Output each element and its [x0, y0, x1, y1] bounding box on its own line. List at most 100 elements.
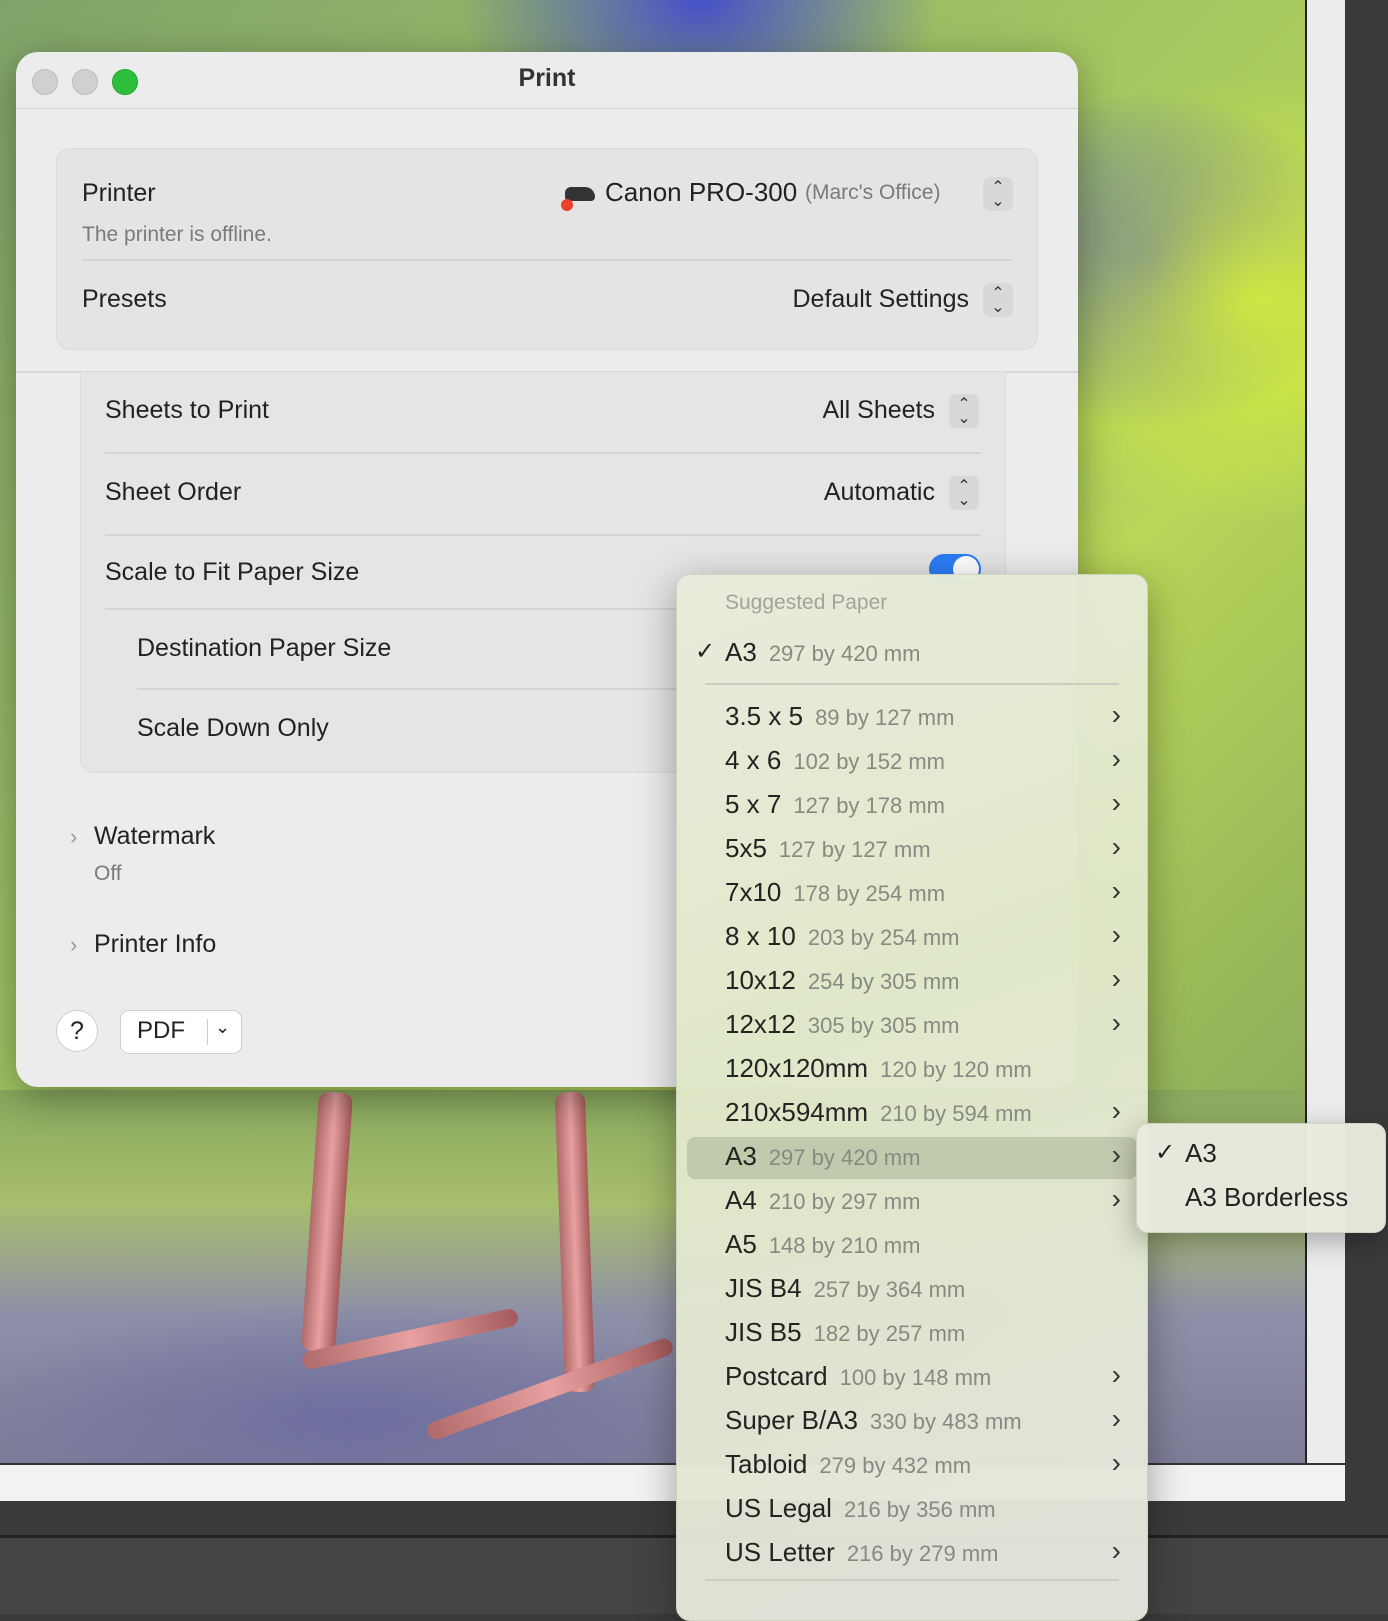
presets-label: Presets: [82, 285, 167, 313]
submenu-item-a3[interactable]: ✓ A3: [1137, 1134, 1385, 1174]
sheets-to-print-select[interactable]: All Sheets ⌃ ⌄: [759, 392, 979, 432]
menu-item-name: 10x12: [725, 965, 796, 995]
menu-item[interactable]: 210x594mm 210 by 594 mm ›: [677, 1093, 1147, 1135]
menu-section-header: Suggested Paper: [725, 591, 888, 614]
printer-stepper-icon: ⌃ ⌄: [983, 177, 1013, 211]
checkmark-icon: ✓: [695, 638, 716, 665]
menu-item-dims: 330 by 483 mm: [869, 1409, 1022, 1434]
submenu-item-label: A3: [1185, 1138, 1217, 1168]
submenu-item-a3-borderless[interactable]: A3 Borderless: [1137, 1178, 1385, 1218]
scale-down-only-label: Scale Down Only: [137, 714, 329, 742]
chevron-right-icon: ›: [1111, 1359, 1121, 1390]
menu-item-dims: 102 by 152 mm: [793, 749, 946, 774]
sheets-to-print-label: Sheets to Print: [105, 396, 269, 424]
menu-item[interactable]: 4 x 6 102 by 152 mm ›: [677, 741, 1147, 783]
chevron-right-icon: ›: [1111, 1535, 1121, 1566]
menu-item-name: JIS B4: [725, 1273, 802, 1303]
menu-item[interactable]: 5 x 7 127 by 178 mm ›: [677, 785, 1147, 827]
printer-card: Printer The printer is offline. Canon PR…: [56, 148, 1038, 350]
chevron-right-icon: ›: [1111, 1403, 1121, 1434]
menu-item-name: 7x10: [725, 877, 782, 907]
a3-submenu: ✓ A3 A3 Borderless: [1136, 1123, 1386, 1233]
menu-item[interactable]: US Letter 216 by 279 mm ›: [677, 1533, 1147, 1575]
menu-item[interactable]: A5 148 by 210 mm: [677, 1225, 1147, 1267]
menu-item[interactable]: 3.5 x 5 89 by 127 mm ›: [677, 697, 1147, 739]
sheet-order-value: Automatic: [823, 478, 935, 506]
menu-item-dims: 120 by 120 mm: [880, 1057, 1032, 1082]
menu-item-name: 12x12: [725, 1009, 796, 1039]
menu-item[interactable]: JIS B5 182 by 257 mm: [677, 1313, 1147, 1355]
printer-info-label: Printer Info: [94, 930, 217, 958]
printer-location: (Marc's Office): [805, 181, 941, 204]
menu-item-dims: 203 by 254 mm: [807, 925, 960, 950]
printer-status: The printer is offline.: [82, 223, 272, 246]
menu-item-name: A5: [725, 1229, 757, 1259]
menu-item[interactable]: Super B/A3 330 by 483 mm ›: [677, 1401, 1147, 1443]
help-button[interactable]: ?: [56, 1010, 98, 1052]
printer-select[interactable]: Canon PRO-300 (Marc's Office) ⌃ ⌄: [553, 175, 1013, 215]
divider: [82, 259, 1012, 261]
pdf-menu-button[interactable]: PDF ⌄: [120, 1010, 242, 1054]
menu-item-dims: 127 by 127 mm: [778, 837, 931, 862]
sheet-order-stepper-icon: ⌃ ⌄: [949, 476, 979, 510]
menu-item-name: US Letter: [725, 1537, 835, 1567]
menu-item-name: Super B/A3: [725, 1405, 858, 1435]
presets-value: Default Settings: [792, 285, 970, 313]
menu-item-name: Tabloid: [725, 1449, 808, 1479]
printer-name: Canon PRO-300: [605, 177, 798, 207]
submenu-item-label: A3 Borderless: [1185, 1182, 1349, 1212]
menu-item-dims: 305 by 305 mm: [807, 1013, 960, 1038]
scale-to-fit-label: Scale to Fit Paper Size: [105, 558, 360, 586]
chevron-right-icon: ›: [70, 932, 78, 957]
menu-item-dims: 210 by 594 mm: [880, 1101, 1032, 1126]
offline-dot-icon: [561, 199, 573, 211]
menu-item[interactable]: 8 x 10 203 by 254 mm ›: [677, 917, 1147, 959]
menu-item-name: 5x5: [725, 833, 767, 863]
printer-info-disclosure[interactable]: › Printer Info: [66, 930, 466, 970]
pdf-label: PDF: [137, 1017, 185, 1044]
menu-item-dims: 210 by 297 mm: [768, 1189, 921, 1214]
menu-item-name: 120x120mm: [725, 1053, 869, 1083]
menu-item-name: 4 x 6: [725, 745, 782, 775]
menu-item[interactable]: Tabloid 279 by 432 mm ›: [677, 1445, 1147, 1487]
menu-item-dims: 100 by 148 mm: [839, 1365, 992, 1390]
menu-item[interactable]: 10x12 254 by 305 mm ›: [677, 961, 1147, 1003]
paper-size-menu: Suggested Paper ✓ A3 297 by 420 mm 3.5 x …: [676, 574, 1148, 1621]
destination-paper-size-label: Destination Paper Size: [137, 634, 392, 662]
chevron-right-icon: ›: [1111, 743, 1121, 774]
watermark-disclosure[interactable]: › Watermark Off: [66, 822, 466, 902]
menu-item-name: 210x594mm: [725, 1097, 869, 1127]
sheet-order-select[interactable]: Automatic ⌃ ⌄: [759, 474, 979, 514]
menu-item-dims: 254 by 305 mm: [807, 969, 960, 994]
menu-item-name: A3: [725, 637, 757, 667]
menu-item-name: 3.5 x 5: [725, 701, 804, 731]
menu-item[interactable]: A3 297 by 420 mm ›: [687, 1137, 1137, 1179]
sheet-order-label: Sheet Order: [105, 478, 242, 506]
chevron-right-icon: ›: [1111, 1139, 1121, 1170]
chevron-right-icon: ›: [1111, 787, 1121, 818]
divider: [105, 452, 981, 454]
presets-stepper-icon: ⌃ ⌄: [983, 283, 1013, 317]
menu-item[interactable]: 12x12 305 by 305 mm ›: [677, 1005, 1147, 1047]
presets-select[interactable]: Default Settings ⌃ ⌄: [753, 281, 1013, 321]
menu-item-dims: 148 by 210 mm: [768, 1233, 921, 1258]
menu-item-dims: 216 by 356 mm: [843, 1497, 996, 1522]
menu-item[interactable]: A4 210 by 297 mm ›: [677, 1181, 1147, 1223]
divider: [705, 1579, 1119, 1581]
menu-item[interactable]: US Legal 216 by 356 mm: [677, 1489, 1147, 1531]
menu-item-suggested-a3[interactable]: ✓ A3 297 by 420 mm: [677, 633, 1147, 675]
menu-item-dims: 297 by 420 mm: [768, 1145, 921, 1170]
menu-item[interactable]: JIS B4 257 by 364 mm: [677, 1269, 1147, 1311]
watermark-value: Off: [94, 862, 122, 885]
menu-item-dims: 279 by 432 mm: [819, 1453, 972, 1478]
menu-item[interactable]: 120x120mm 120 by 120 mm: [677, 1049, 1147, 1091]
menu-item-name: A3: [725, 1141, 757, 1171]
checkmark-icon: ✓: [1155, 1139, 1176, 1166]
menu-item[interactable]: Postcard 100 by 148 mm ›: [677, 1357, 1147, 1399]
menu-item[interactable]: 7x10 178 by 254 mm ›: [677, 873, 1147, 915]
watermark-label: Watermark: [94, 822, 216, 850]
chevron-right-icon: ›: [1111, 1095, 1121, 1126]
dialog-title: Print: [518, 64, 576, 92]
menu-item[interactable]: 5x5 127 by 127 mm ›: [677, 829, 1147, 871]
menu-item-dims: 182 by 257 mm: [813, 1321, 966, 1346]
